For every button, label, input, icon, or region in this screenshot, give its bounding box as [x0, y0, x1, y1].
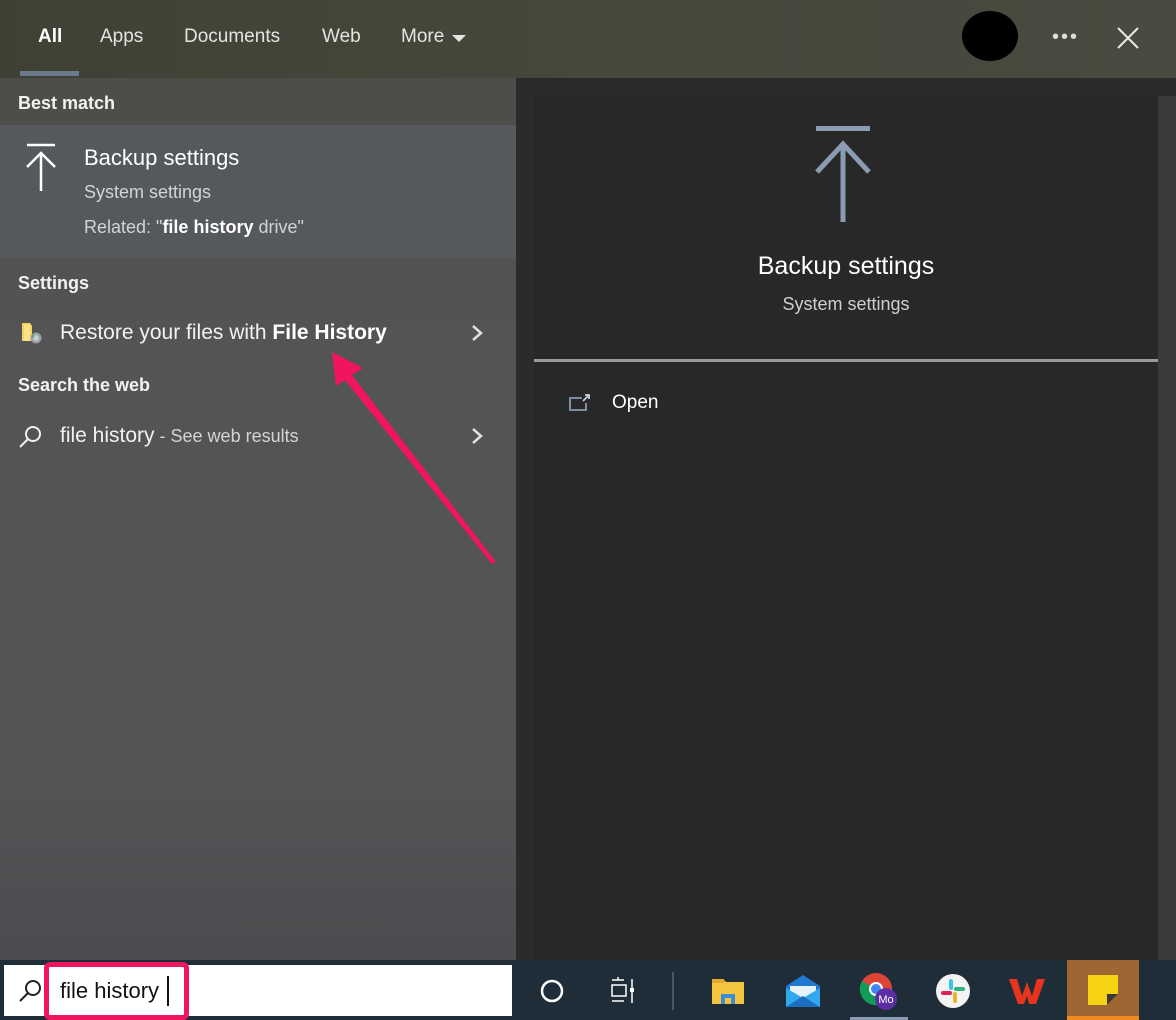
settings-heading: Settings [18, 273, 90, 293]
mail-icon [786, 975, 820, 1007]
file-history-folder-icon [22, 323, 42, 344]
taskbar-slack[interactable] [928, 968, 978, 1014]
cortana-circle-icon [540, 979, 564, 1003]
search-icon [19, 980, 41, 1002]
taskbar-file-explorer[interactable] [703, 968, 753, 1014]
close-icon[interactable] [1114, 24, 1142, 52]
best-match-subtitle: System settings [84, 182, 212, 202]
preview-title: Backup settings [757, 252, 935, 280]
taskbar-cortana[interactable] [527, 968, 577, 1014]
taskbar-separator [672, 972, 674, 1010]
sticky-notes-icon [1088, 975, 1118, 1005]
chevron-right-icon[interactable] [470, 426, 484, 446]
related-prefix: Related: " [84, 217, 163, 237]
taskbar-wps[interactable] [1002, 968, 1052, 1014]
active-app-indicator [1067, 1016, 1139, 1020]
result-restore-file-history[interactable]: Restore your files with File History [0, 311, 516, 357]
result-text: Restore your files with File History [60, 321, 387, 345]
taskbar-sticky-notes[interactable] [1067, 960, 1139, 1020]
tab-more-label: More [401, 26, 445, 47]
search-web-heading: Search the web [18, 375, 151, 395]
chrome-icon: Mo [859, 973, 897, 1010]
folder-icon [712, 979, 744, 1004]
result-text-prefix: Restore your files with [60, 321, 273, 344]
chrome-profile-badge: Mo [878, 994, 893, 1006]
tab-web[interactable]: Web [322, 26, 361, 48]
taskbar: Mo [0, 960, 1176, 1020]
search-filter-bar: All Apps Documents Web More ••• [0, 0, 1176, 78]
preview-subtitle: System settings [782, 294, 910, 314]
best-match-heading: Best match [18, 93, 116, 113]
web-suffix: - See web results [154, 426, 299, 446]
result-web-search[interactable]: file history - See web results [0, 414, 516, 460]
annotation-highlight-box [44, 962, 189, 1020]
slack-icon [936, 974, 970, 1008]
related-bold: file history [162, 217, 254, 237]
preview-pane: Backup settings System settings Open [534, 96, 1158, 960]
chevron-right-icon[interactable] [470, 323, 484, 343]
web-result-text: file history - See web results [60, 424, 299, 448]
open-external-icon [569, 394, 590, 411]
tab-more[interactable]: More [401, 26, 467, 48]
user-avatar[interactable] [962, 11, 1018, 61]
results-pane: Best match Backup settings System settin… [0, 78, 516, 960]
taskbar-task-view[interactable] [599, 968, 649, 1014]
backup-upload-icon [26, 143, 56, 191]
preview-divider [534, 359, 1158, 362]
search-icon [19, 426, 41, 448]
tab-all[interactable]: All [38, 26, 62, 48]
backup-upload-icon [815, 126, 871, 222]
best-match-backup-settings[interactable]: Backup settings System settings Related:… [0, 125, 516, 258]
web-query: file history [60, 424, 155, 447]
related-suffix: drive" [253, 217, 304, 237]
open-action[interactable]: Open [568, 392, 658, 414]
active-tab-indicator [20, 71, 79, 76]
best-match-title: Backup settings [84, 145, 240, 170]
caret-down-icon [452, 34, 467, 42]
open-label: Open [612, 392, 659, 413]
ellipsis-icon[interactable]: ••• [1052, 26, 1079, 49]
result-text-bold: File History [272, 321, 387, 344]
tab-apps[interactable]: Apps [100, 26, 143, 48]
task-view-icon [611, 977, 634, 1003]
taskbar-mail[interactable] [778, 968, 828, 1014]
wps-icon [1009, 979, 1045, 1004]
scrollbar[interactable] [1158, 96, 1176, 960]
tab-documents[interactable]: Documents [184, 26, 280, 48]
taskbar-chrome[interactable]: Mo [853, 968, 903, 1014]
best-match-related: Related: "file history drive" [84, 217, 304, 238]
